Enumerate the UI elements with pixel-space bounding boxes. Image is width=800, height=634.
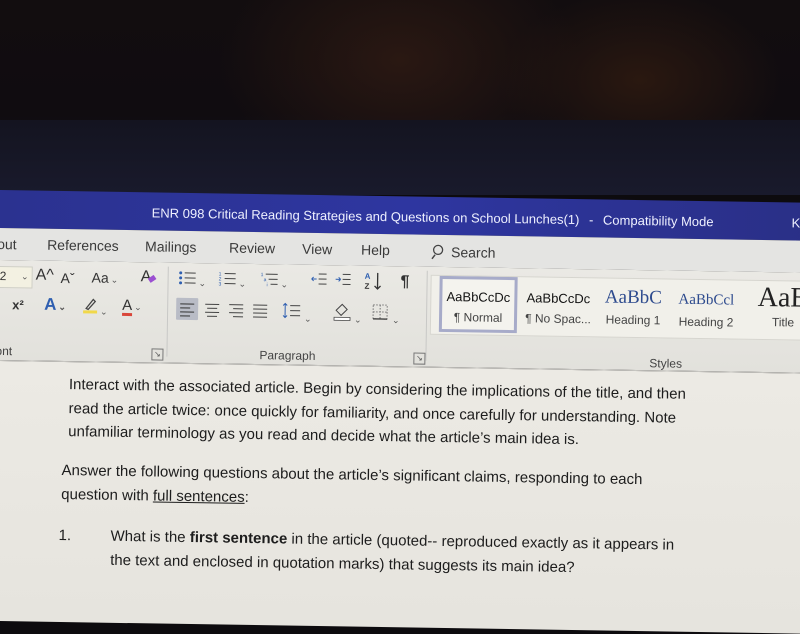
compatibility-mode-label: Compatibility Mode — [603, 212, 714, 229]
bold-text: first sentence — [190, 529, 288, 548]
paragraph-group-label: Paragraph — [259, 348, 315, 363]
shading-button[interactable]: ⌄ — [332, 300, 362, 328]
style-name: Heading 1 — [597, 312, 669, 327]
change-case-button[interactable]: Aa⌄ — [91, 268, 118, 288]
show-formatting-marks-button[interactable]: ¶ — [400, 273, 409, 291]
increase-indent-button[interactable] — [334, 272, 350, 290]
style-heading-2[interactable]: AaBbCcl Heading 2 — [671, 280, 742, 337]
document-page[interactable]: Interact with the associated article. Be… — [0, 361, 800, 634]
search-box[interactable]: Search — [431, 244, 496, 261]
grow-font-button[interactable]: A^ — [36, 267, 54, 285]
sort-button[interactable]: A Z — [364, 271, 382, 296]
question-number: 1. — [58, 524, 71, 548]
borders-button[interactable]: ⌄ — [370, 301, 400, 329]
svg-text:A: A — [365, 272, 371, 281]
align-center-button[interactable] — [202, 298, 222, 324]
text-effects-button[interactable]: A⌄ — [44, 296, 66, 316]
tab-layout[interactable]: out — [0, 236, 17, 252]
font-size-value: 2 — [0, 269, 6, 283]
clear-formatting-button[interactable]: A — [141, 268, 156, 286]
numbered-list-icon: 123 — [219, 270, 237, 286]
highlighter-icon — [82, 296, 98, 314]
tab-mailings[interactable]: Mailings — [145, 238, 197, 255]
bullet-list-icon — [179, 270, 197, 286]
text-span: : — [245, 488, 249, 505]
ribbon: 2⌄ A^ Aˇ Aa⌄ A x² A⌄ ⌄ A⌄ ont ↘ — [0, 260, 800, 374]
style-sample: AaBbCcDc — [519, 290, 597, 306]
multilevel-list-icon: 1ai — [261, 271, 279, 287]
style-heading-1[interactable]: AaBbC Heading 1 — [597, 278, 670, 335]
style-sample: AaBbCcl — [671, 292, 741, 310]
text-span: in the article (quoted-- reproduced exac… — [287, 531, 674, 554]
style-name: ¶ Normal — [442, 310, 514, 325]
styles-gallery: AaBbCcDc ¶ Normal AaBbCcDc ¶ No Spac... … — [430, 275, 800, 341]
search-label: Search — [451, 244, 496, 261]
borders-icon — [370, 301, 390, 323]
group-divider — [166, 267, 168, 357]
monitor-bezel — [0, 120, 800, 195]
account-initial[interactable]: K — [791, 215, 800, 230]
align-left-button[interactable] — [176, 298, 198, 320]
style-name: Title — [745, 315, 800, 330]
decrease-indent-button[interactable] — [310, 272, 326, 290]
tab-help[interactable]: Help — [361, 242, 390, 258]
superscript-button[interactable]: x² — [12, 296, 24, 314]
bullets-button[interactable]: ⌄ — [178, 270, 206, 292]
decrease-indent-icon — [311, 272, 327, 286]
align-right-icon — [226, 299, 246, 321]
multilevel-list-button[interactable]: 1ai ⌄ — [260, 271, 288, 293]
style-title[interactable]: AaB Title — [745, 281, 800, 338]
style-name: ¶ No Spac... — [519, 311, 597, 326]
title-separator: - — [589, 212, 594, 227]
tab-review[interactable]: Review — [229, 240, 275, 257]
numbering-button[interactable]: 123 ⌄ — [218, 270, 246, 292]
font-dialog-launcher[interactable]: ↘ — [151, 348, 163, 360]
shrink-font-button[interactable]: Aˇ — [60, 269, 74, 287]
font-group-label: ont — [0, 344, 12, 358]
font-color-glyph: A — [122, 298, 132, 316]
font-color-button[interactable]: A⌄ — [122, 296, 142, 316]
intro-paragraph: Interact with the associated article. Be… — [68, 373, 686, 453]
style-no-spacing[interactable]: AaBbCcDc ¶ No Spac... — [519, 277, 598, 334]
styles-group-label: Styles — [649, 356, 682, 371]
style-sample: AaB — [745, 283, 800, 314]
paint-bucket-icon — [332, 300, 352, 322]
font-size-dropdown[interactable]: 2⌄ — [0, 266, 33, 289]
change-case-label: Aa — [92, 269, 109, 285]
style-normal[interactable]: AaBbCcDc ¶ Normal — [439, 276, 518, 333]
window-title: ENR 098 Critical Reading Strategies and … — [152, 205, 714, 229]
group-divider — [425, 271, 427, 361]
justify-button[interactable] — [250, 299, 270, 325]
text-span: question with — [61, 486, 153, 504]
svg-text:Z: Z — [364, 282, 369, 291]
text-span: What is the — [110, 528, 189, 546]
style-name: Heading 2 — [671, 315, 741, 330]
line-spacing-icon — [282, 299, 302, 321]
align-center-icon — [202, 298, 222, 320]
svg-text:i: i — [266, 282, 267, 287]
justify-icon — [250, 299, 270, 321]
question-text: What is the first sentence in the articl… — [110, 525, 674, 581]
sort-az-icon: A Z — [364, 271, 382, 291]
text-effects-glyph: A — [44, 295, 57, 314]
svg-text:3: 3 — [219, 281, 222, 286]
line-spacing-button[interactable]: ⌄ — [282, 299, 312, 327]
paragraph-dialog-launcher[interactable]: ↘ — [413, 353, 425, 365]
increase-indent-icon — [335, 272, 351, 286]
style-sample: AaBbC — [597, 286, 669, 309]
word-window: ENR 098 Critical Reading Strategies and … — [0, 190, 800, 613]
tab-view[interactable]: View — [302, 241, 332, 257]
document-name: ENR 098 Critical Reading Strategies and … — [152, 205, 580, 227]
align-right-button[interactable] — [226, 299, 246, 325]
underlined-text: full sentences — [153, 487, 245, 505]
instructions-paragraph: Answer the following questions about the… — [61, 459, 643, 515]
lightbulb-search-icon — [431, 244, 445, 260]
style-sample: AaBbCcDc — [442, 289, 514, 305]
highlight-color-button[interactable]: ⌄ — [82, 296, 108, 320]
align-left-icon — [176, 298, 198, 320]
tab-references[interactable]: References — [47, 237, 119, 254]
